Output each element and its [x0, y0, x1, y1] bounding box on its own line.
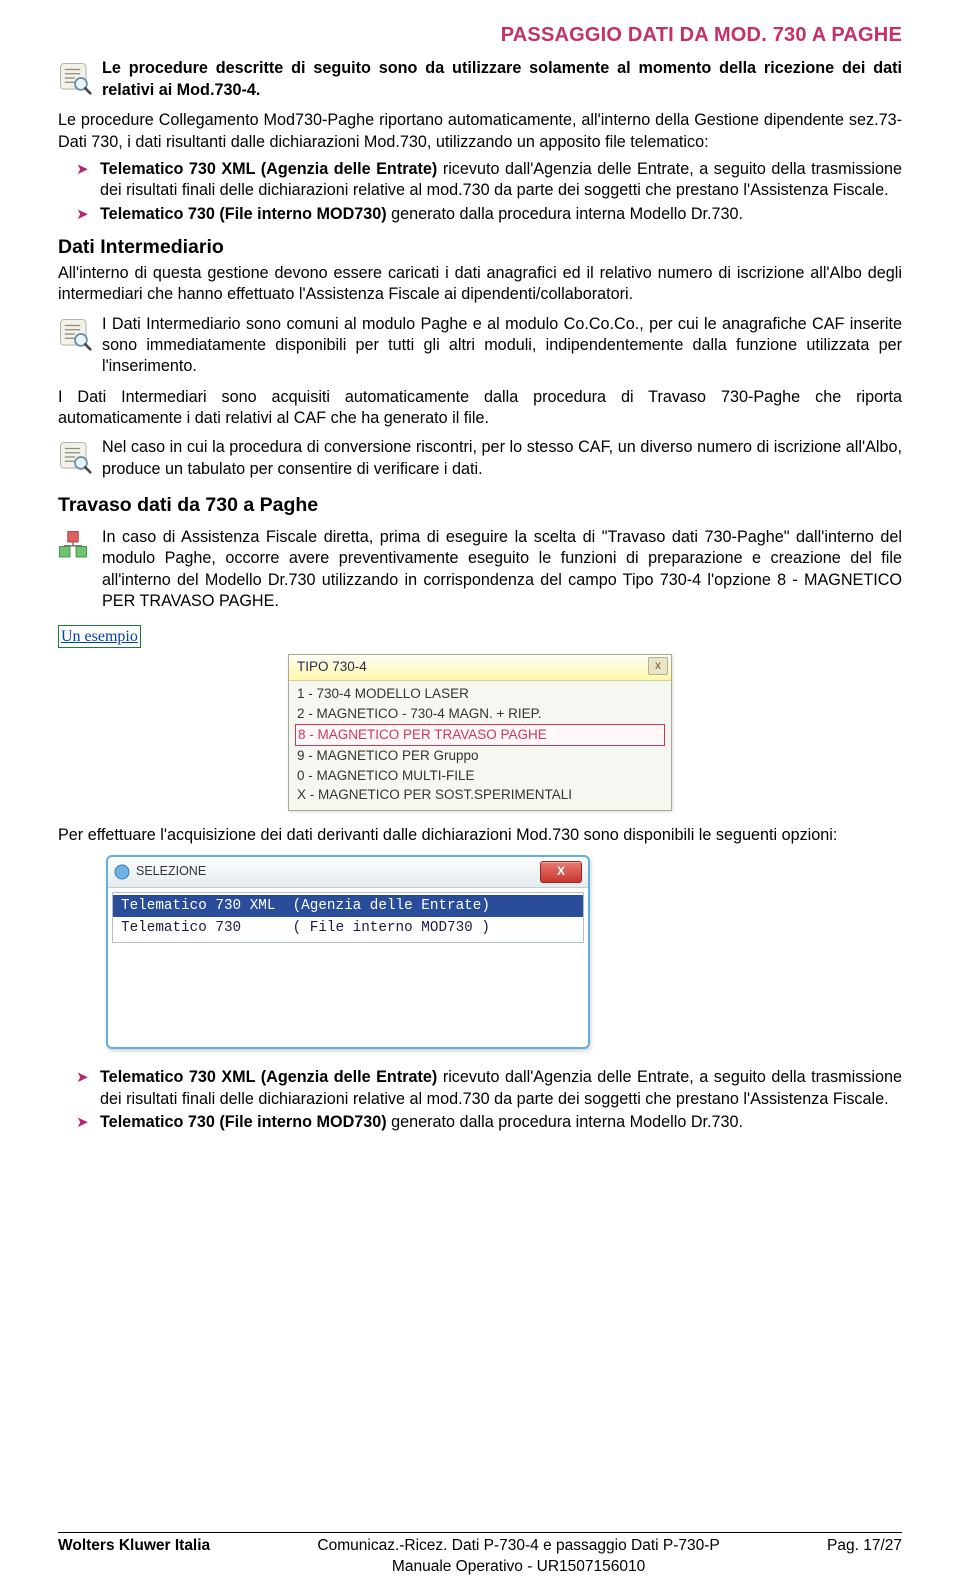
close-button[interactable]: X [540, 861, 582, 883]
list-item: Telematico 730 XML (Agenzia delle Entrat… [100, 1067, 902, 1110]
section-title-intermediario: Dati Intermediario [58, 235, 902, 261]
list-item: Telematico 730 (File interno MOD730) gen… [100, 204, 902, 225]
intro-bold: Le procedure descritte di seguito sono d… [102, 58, 902, 101]
dropdown-option[interactable]: 0 - MAGNETICO MULTI-FILE [295, 766, 665, 786]
travaso-note-text: In caso di Assistenza Fiscale diretta, p… [102, 527, 902, 613]
dropdown-option[interactable]: 9 - MAGNETICO PER Gruppo [295, 746, 665, 766]
dropdown-option[interactable]: 1 - 730-4 MODELLO LASER [295, 684, 665, 704]
dropdown-option[interactable]: 2 - MAGNETICO - 730-4 MAGN. + RIEP. [295, 704, 665, 724]
list-item: Telematico 730 XML (Agenzia delle Entrat… [100, 159, 902, 202]
intermediario-note2-text: Nel caso in cui la procedura di conversi… [102, 437, 902, 480]
intermediario-p2: I Dati Intermediari sono acquisiti autom… [58, 387, 902, 430]
dropdown-option[interactable]: X - MAGNETICO PER SOST.SPERIMENTALI [295, 785, 665, 805]
page-header-title: PASSAGGIO DATI DA MOD. 730 A PAGHE [58, 22, 902, 48]
magnifier-icon [58, 58, 102, 95]
selezione-title: SELEZIONE [136, 863, 206, 880]
footer-right: Pag. 17/27 [827, 1536, 902, 1577]
intro-note-block: Le procedure descritte di seguito sono d… [58, 58, 902, 104]
intermediario-note1-text: I Dati Intermediario sono comuni al modu… [102, 314, 902, 378]
intermediario-note-2: Nel caso in cui la procedura di conversi… [58, 437, 902, 483]
intermediario-note-1: I Dati Intermediario sono comuni al modu… [58, 314, 902, 381]
bullet-list-1: Telematico 730 XML (Agenzia delle Entrat… [58, 159, 902, 225]
app-icon [114, 864, 130, 880]
acq-options-intro: Per effettuare l'acquisizione dei dati d… [58, 825, 902, 846]
intro-plain: Le procedure Collegamento Mod730-Paghe r… [58, 110, 902, 153]
caution-icon [58, 527, 102, 560]
footer-left: Wolters Kluwer Italia [58, 1536, 210, 1577]
close-icon[interactable]: x [648, 657, 668, 675]
footer-center: Comunicaz.-Ricez. Dati P-730-4 e passagg… [210, 1536, 827, 1577]
selezione-option-highlighted[interactable]: Telematico 730 XML (Agenzia delle Entrat… [113, 895, 583, 918]
example-link[interactable]: Un esempio [58, 625, 141, 648]
selezione-option[interactable]: Telematico 730 ( File interno MOD730 ) [113, 917, 583, 940]
travaso-note: In caso di Assistenza Fiscale diretta, p… [58, 527, 902, 616]
magnifier-icon [58, 437, 102, 474]
list-item: Telematico 730 (File interno MOD730) gen… [100, 1112, 902, 1133]
bullet-list-2: Telematico 730 XML (Agenzia delle Entrat… [58, 1067, 902, 1133]
document-page: PASSAGGIO DATI DA MOD. 730 A PAGHE Le pr… [0, 0, 960, 1587]
dropdown-option-selected[interactable]: 8 - MAGNETICO PER TRAVASO PAGHE [295, 724, 665, 746]
section-title-travaso: Travaso dati da 730 a Paghe [58, 493, 902, 519]
tipo-730-4-dropdown: x TIPO 730-4 1 - 730-4 MODELLO LASER 2 -… [288, 654, 672, 811]
magnifier-icon [58, 314, 102, 351]
intermediario-p1: All'interno di questa gestione devono es… [58, 263, 902, 306]
selezione-dialog: SELEZIONE X Telematico 730 XML (Agenzia … [106, 855, 590, 1050]
page-footer: Wolters Kluwer Italia Comunicaz.-Ricez. … [58, 1532, 902, 1577]
dropdown-title: TIPO 730-4 [289, 655, 671, 681]
